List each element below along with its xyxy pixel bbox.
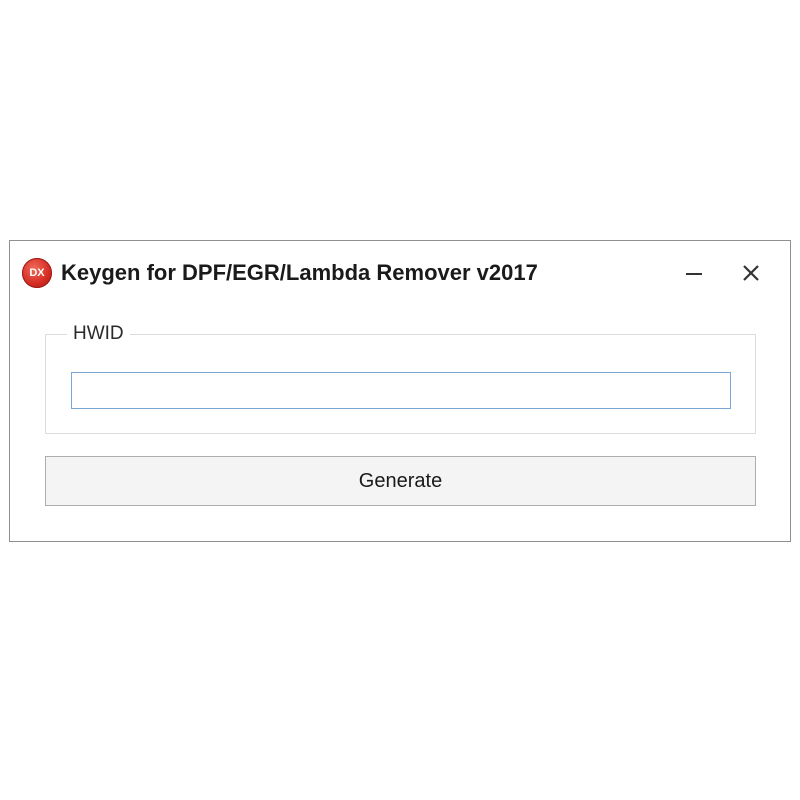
title-bar[interactable]: DX Keygen for DPF/EGR/Lambda Remover v20… [10, 241, 790, 303]
generate-button[interactable]: Generate [45, 456, 756, 506]
minimize-icon [686, 273, 702, 275]
close-button[interactable] [728, 253, 774, 293]
hwid-input[interactable] [71, 372, 731, 409]
app-icon: DX [22, 258, 52, 288]
hwid-label: HWID [67, 322, 130, 346]
window-title: Keygen for DPF/EGR/Lambda Remover v2017 [61, 260, 538, 285]
keygen-window: DX Keygen for DPF/EGR/Lambda Remover v20… [9, 240, 791, 542]
close-icon [743, 265, 759, 281]
app-icon-label: DX [29, 267, 45, 279]
minimize-button[interactable] [671, 253, 717, 293]
